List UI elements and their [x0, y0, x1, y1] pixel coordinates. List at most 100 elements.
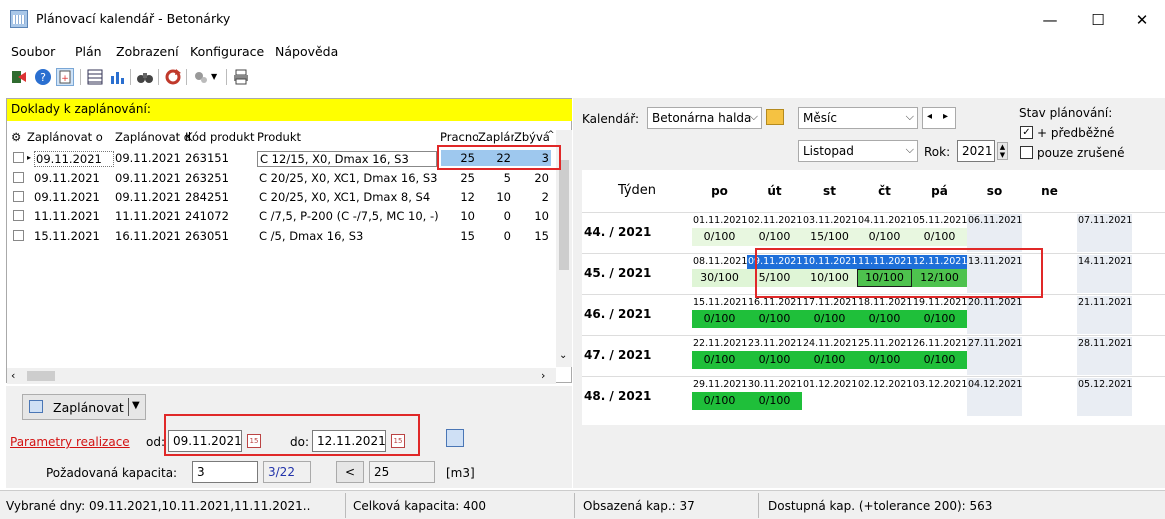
day-capacity — [912, 392, 967, 410]
day-cell[interactable]: 01.12.2021 — [802, 378, 857, 416]
col-header-work[interactable]: Pracno — [440, 130, 478, 144]
day-cell[interactable]: 30.11.2021 0/100 — [747, 378, 802, 416]
col-header-from[interactable]: Zaplánovat o — [27, 130, 115, 144]
chart-icon[interactable] — [108, 68, 126, 86]
day-cell[interactable]: 21.11.2021 — [1077, 296, 1132, 334]
params-link[interactable]: Parametry realizace — [10, 435, 130, 449]
highlight-selected-values — [437, 145, 561, 170]
kalendar-select[interactable]: Betonárna halda ⌵ — [647, 107, 762, 129]
day-cell[interactable]: 15.11.2021 0/100 — [692, 296, 747, 334]
cell-planned: 10 — [496, 190, 511, 204]
day-capacity — [1077, 351, 1132, 369]
week-label[interactable]: 47. / 2021 — [584, 348, 651, 362]
menu-napoveda[interactable]: Nápověda — [275, 44, 338, 59]
rok-input[interactable]: 2021 — [957, 140, 995, 162]
svg-text:+: + — [61, 74, 69, 84]
menu-konfigurace[interactable]: Konfigurace — [190, 44, 264, 59]
view-select[interactable]: Měsíc ⌵ — [798, 107, 918, 129]
table-row[interactable]: 11.11.2021 11.11.2021 241072 C /7,5, P-2… — [7, 207, 555, 225]
col-header-code[interactable]: Kód produkt — [185, 130, 263, 144]
day-cell[interactable]: 07.11.2021 — [1077, 214, 1132, 252]
table-row[interactable]: 15.11.2021 16.11.2021 263051 C /5, Dmax … — [7, 227, 555, 245]
day-cell[interactable]: 02.11.2021 0/100 — [747, 214, 802, 252]
day-cell[interactable]: 24.11.2021 0/100 — [802, 337, 857, 375]
col-header-planned[interactable]: Zaplán — [478, 130, 514, 144]
day-cell[interactable]: 26.11.2021 0/100 — [912, 337, 967, 375]
day-date: 24.11.2021 — [803, 338, 858, 349]
refresh-calendar-icon[interactable] — [446, 429, 464, 447]
close-button[interactable]: ✕ — [1122, 8, 1162, 32]
minimize-button[interactable]: — — [1030, 8, 1070, 32]
grid-view-icon[interactable] — [86, 68, 104, 86]
day-cell[interactable]: 04.11.2021 0/100 — [857, 214, 912, 252]
chevron-right-icon[interactable]: › — [541, 369, 545, 382]
next-arrow-icon[interactable]: ▸ — [943, 111, 948, 122]
table-row[interactable]: 09.11.2021 09.11.2021 284251 C 20/25, X0… — [7, 188, 555, 206]
day-cell[interactable]: 27.11.2021 — [967, 337, 1022, 375]
settings-icon[interactable] — [192, 68, 210, 86]
less-than-button[interactable]: < — [336, 461, 364, 483]
zrusene-checkbox[interactable] — [1020, 146, 1033, 159]
row-checkbox[interactable] — [13, 210, 24, 221]
row-checkbox[interactable] — [13, 191, 24, 202]
col-header-rest[interactable]: Zbývá — [514, 130, 550, 144]
exit-icon[interactable] — [10, 68, 28, 86]
day-cell[interactable]: 14.11.2021 — [1077, 255, 1132, 293]
menu-zobrazeni[interactable]: Zobrazení — [116, 44, 179, 59]
capacity-input[interactable]: 3 — [192, 461, 258, 483]
table-row[interactable]: 09.11.2021 09.11.2021 263251 C 20/25, X0… — [7, 169, 555, 187]
print-icon[interactable] — [232, 68, 250, 86]
day-cell[interactable]: 22.11.2021 0/100 — [692, 337, 747, 375]
day-cell[interactable]: 06.11.2021 — [967, 214, 1022, 252]
day-cell[interactable]: 03.12.2021 — [912, 378, 967, 416]
year-spinner[interactable]: ▲ ▼ — [997, 142, 1008, 160]
row-checkbox[interactable] — [13, 172, 24, 183]
horizontal-scrollbar[interactable]: ‹ › — [7, 368, 556, 384]
day-cell[interactable]: 03.11.2021 15/100 — [802, 214, 857, 252]
menu-plan[interactable]: Plán — [75, 44, 102, 59]
day-cell[interactable]: 25.11.2021 0/100 — [857, 337, 912, 375]
col-header-ut: út — [767, 184, 782, 198]
row-checkbox[interactable] — [13, 152, 24, 163]
scroll-thumb[interactable] — [27, 371, 55, 381]
day-cell[interactable]: 01.11.2021 0/100 — [692, 214, 747, 252]
row-checkbox[interactable] — [13, 230, 24, 241]
period-nav[interactable]: ◂ ▸ — [922, 107, 956, 129]
week-label[interactable]: 45. / 2021 — [584, 266, 651, 280]
maximize-button[interactable]: ☐ — [1078, 8, 1118, 32]
predbezne-checkbox[interactable]: ✓ — [1020, 126, 1033, 139]
chevron-down-icon[interactable]: ⌄ — [559, 350, 567, 361]
day-cell[interactable]: 18.11.2021 0/100 — [857, 296, 912, 334]
scroll-thumb[interactable] — [559, 160, 569, 270]
day-cell[interactable]: 17.11.2021 0/100 — [802, 296, 857, 334]
day-cell[interactable]: 20.11.2021 — [967, 296, 1022, 334]
chevron-down-icon[interactable]: ▼ — [132, 400, 140, 411]
week-label[interactable]: 44. / 2021 — [584, 225, 651, 239]
day-cell[interactable]: 28.11.2021 — [1077, 337, 1132, 375]
month-select[interactable]: Listopad ⌵ — [798, 140, 918, 162]
week-label[interactable]: 48. / 2021 — [584, 389, 651, 403]
prev-arrow-icon[interactable]: ◂ — [927, 111, 932, 122]
day-cell[interactable]: 08.11.2021 30/100 — [692, 255, 747, 293]
zrusene-label: pouze zrušené — [1037, 146, 1125, 160]
day-cell[interactable]: 19.11.2021 0/100 — [912, 296, 967, 334]
day-cell[interactable]: 05.12.2021 — [1077, 378, 1132, 416]
day-cell[interactable]: 02.12.2021 — [857, 378, 912, 416]
week-label[interactable]: 46. / 2021 — [584, 307, 651, 321]
day-cell[interactable]: 23.11.2021 0/100 — [747, 337, 802, 375]
cell-from: 09.11.2021 — [34, 151, 114, 167]
day-cell[interactable]: 04.12.2021 — [967, 378, 1022, 416]
day-cell[interactable]: 16.11.2021 0/100 — [747, 296, 802, 334]
plan-button[interactable]: Zaplánovat ▼ — [22, 394, 146, 420]
col-header-product[interactable]: Produkt — [257, 130, 437, 144]
menu-soubor[interactable]: Soubor — [11, 44, 55, 59]
folder-icon[interactable] — [766, 109, 784, 125]
day-cell[interactable]: 29.11.2021 0/100 — [692, 378, 747, 416]
chevron-left-icon[interactable]: ‹ — [11, 369, 15, 382]
help-icon[interactable]: ? — [34, 68, 52, 86]
refresh-icon[interactable] — [164, 68, 182, 86]
cell-work: 15 — [460, 229, 475, 243]
day-cell[interactable]: 05.11.2021 0/100 — [912, 214, 967, 252]
new-document-icon[interactable]: + — [56, 68, 74, 86]
binoculars-icon[interactable] — [136, 68, 154, 86]
